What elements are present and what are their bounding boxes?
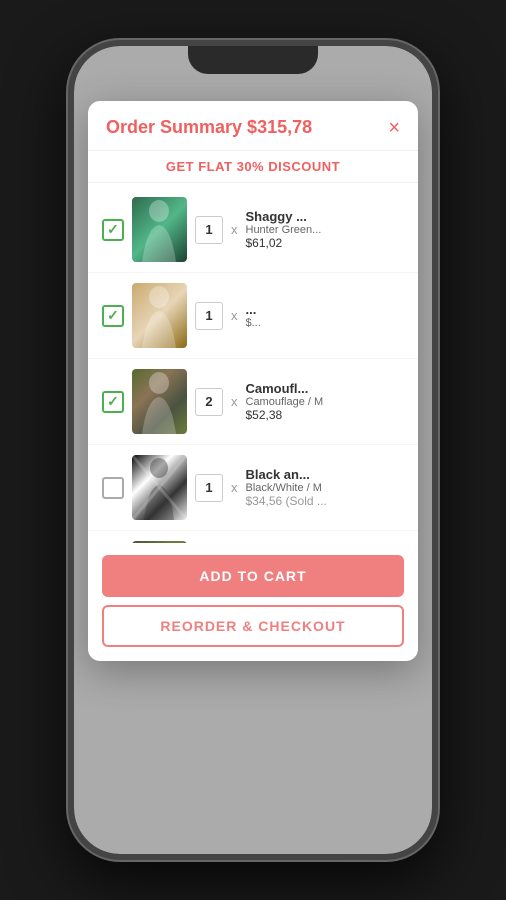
add-to-cart-button[interactable]: ADD TO CART [102, 555, 404, 597]
item-details-2: ... $... [246, 302, 405, 329]
product-image-4 [132, 455, 187, 520]
quantity-box-2: 1 [195, 302, 223, 330]
phone-screen: Payment Status Pending Fulfillment Statu… [74, 46, 432, 854]
list-item: 1 x Camoufl... Camouflage / S $52,38 [88, 531, 418, 543]
item-variant-1: Hunter Green... [246, 224, 405, 236]
item-checkbox-4[interactable] [102, 477, 124, 499]
product-image-1 [132, 197, 187, 262]
item-name-2: ... [246, 302, 405, 317]
product-image-3 [132, 369, 187, 434]
item-price-4: $34,56 (Sold ... [246, 494, 405, 508]
item-price-1: $61,02 [246, 236, 405, 250]
items-list: 1 x Shaggy ... Hunter Green... $61,02 [88, 183, 418, 543]
item-variant-3: Camouflage / M [246, 396, 405, 408]
item-variant-4: Black/White / M [246, 482, 405, 494]
button-section: ADD TO CART REORDER & CHECKOUT [88, 543, 418, 661]
multiply-sign-2: x [231, 308, 238, 323]
product-image-5 [132, 541, 187, 543]
modal-title: Order Summary $315,78 [106, 117, 312, 138]
item-checkbox-1[interactable] [102, 219, 124, 241]
multiply-sign-4: x [231, 480, 238, 495]
item-checkbox-2[interactable] [102, 305, 124, 327]
item-details-1: Shaggy ... Hunter Green... $61,02 [246, 209, 405, 250]
item-details-4: Black an... Black/White / M $34,56 (Sold… [246, 467, 405, 508]
item-name-4: Black an... [246, 467, 405, 482]
list-item: 2 x Camoufl... Camouflage / M $52,38 [88, 359, 418, 445]
multiply-sign-3: x [231, 394, 238, 409]
discount-banner: GET FLAT 30% DISCOUNT [88, 151, 418, 183]
reorder-checkout-button[interactable]: REORDER & CHECKOUT [102, 605, 404, 647]
modal-overlay: Order Summary $315,78 × GET FLAT 30% DIS… [74, 46, 432, 854]
quantity-box-1: 1 [195, 216, 223, 244]
modal-header: Order Summary $315,78 × [88, 101, 418, 151]
list-item: 1 x Black an... Black/White / M $34,56 (… [88, 445, 418, 531]
list-item: 1 x Shaggy ... Hunter Green... $61,02 [88, 187, 418, 273]
close-button[interactable]: × [388, 118, 400, 138]
multiply-sign-1: x [231, 222, 238, 237]
item-price-3: $52,38 [246, 408, 405, 422]
quantity-box-4: 1 [195, 474, 223, 502]
quantity-box-3: 2 [195, 388, 223, 416]
product-image-2 [132, 283, 187, 348]
phone-frame: Payment Status Pending Fulfillment Statu… [68, 40, 438, 860]
item-details-3: Camoufl... Camouflage / M $52,38 [246, 381, 405, 422]
list-item: 1 x ... $... [88, 273, 418, 359]
item-variant-2: $... [246, 317, 405, 329]
item-checkbox-3[interactable] [102, 391, 124, 413]
item-name-3: Camoufl... [246, 381, 405, 396]
item-name-1: Shaggy ... [246, 209, 405, 224]
phone-notch [188, 46, 318, 74]
order-summary-modal: Order Summary $315,78 × GET FLAT 30% DIS… [88, 101, 418, 661]
